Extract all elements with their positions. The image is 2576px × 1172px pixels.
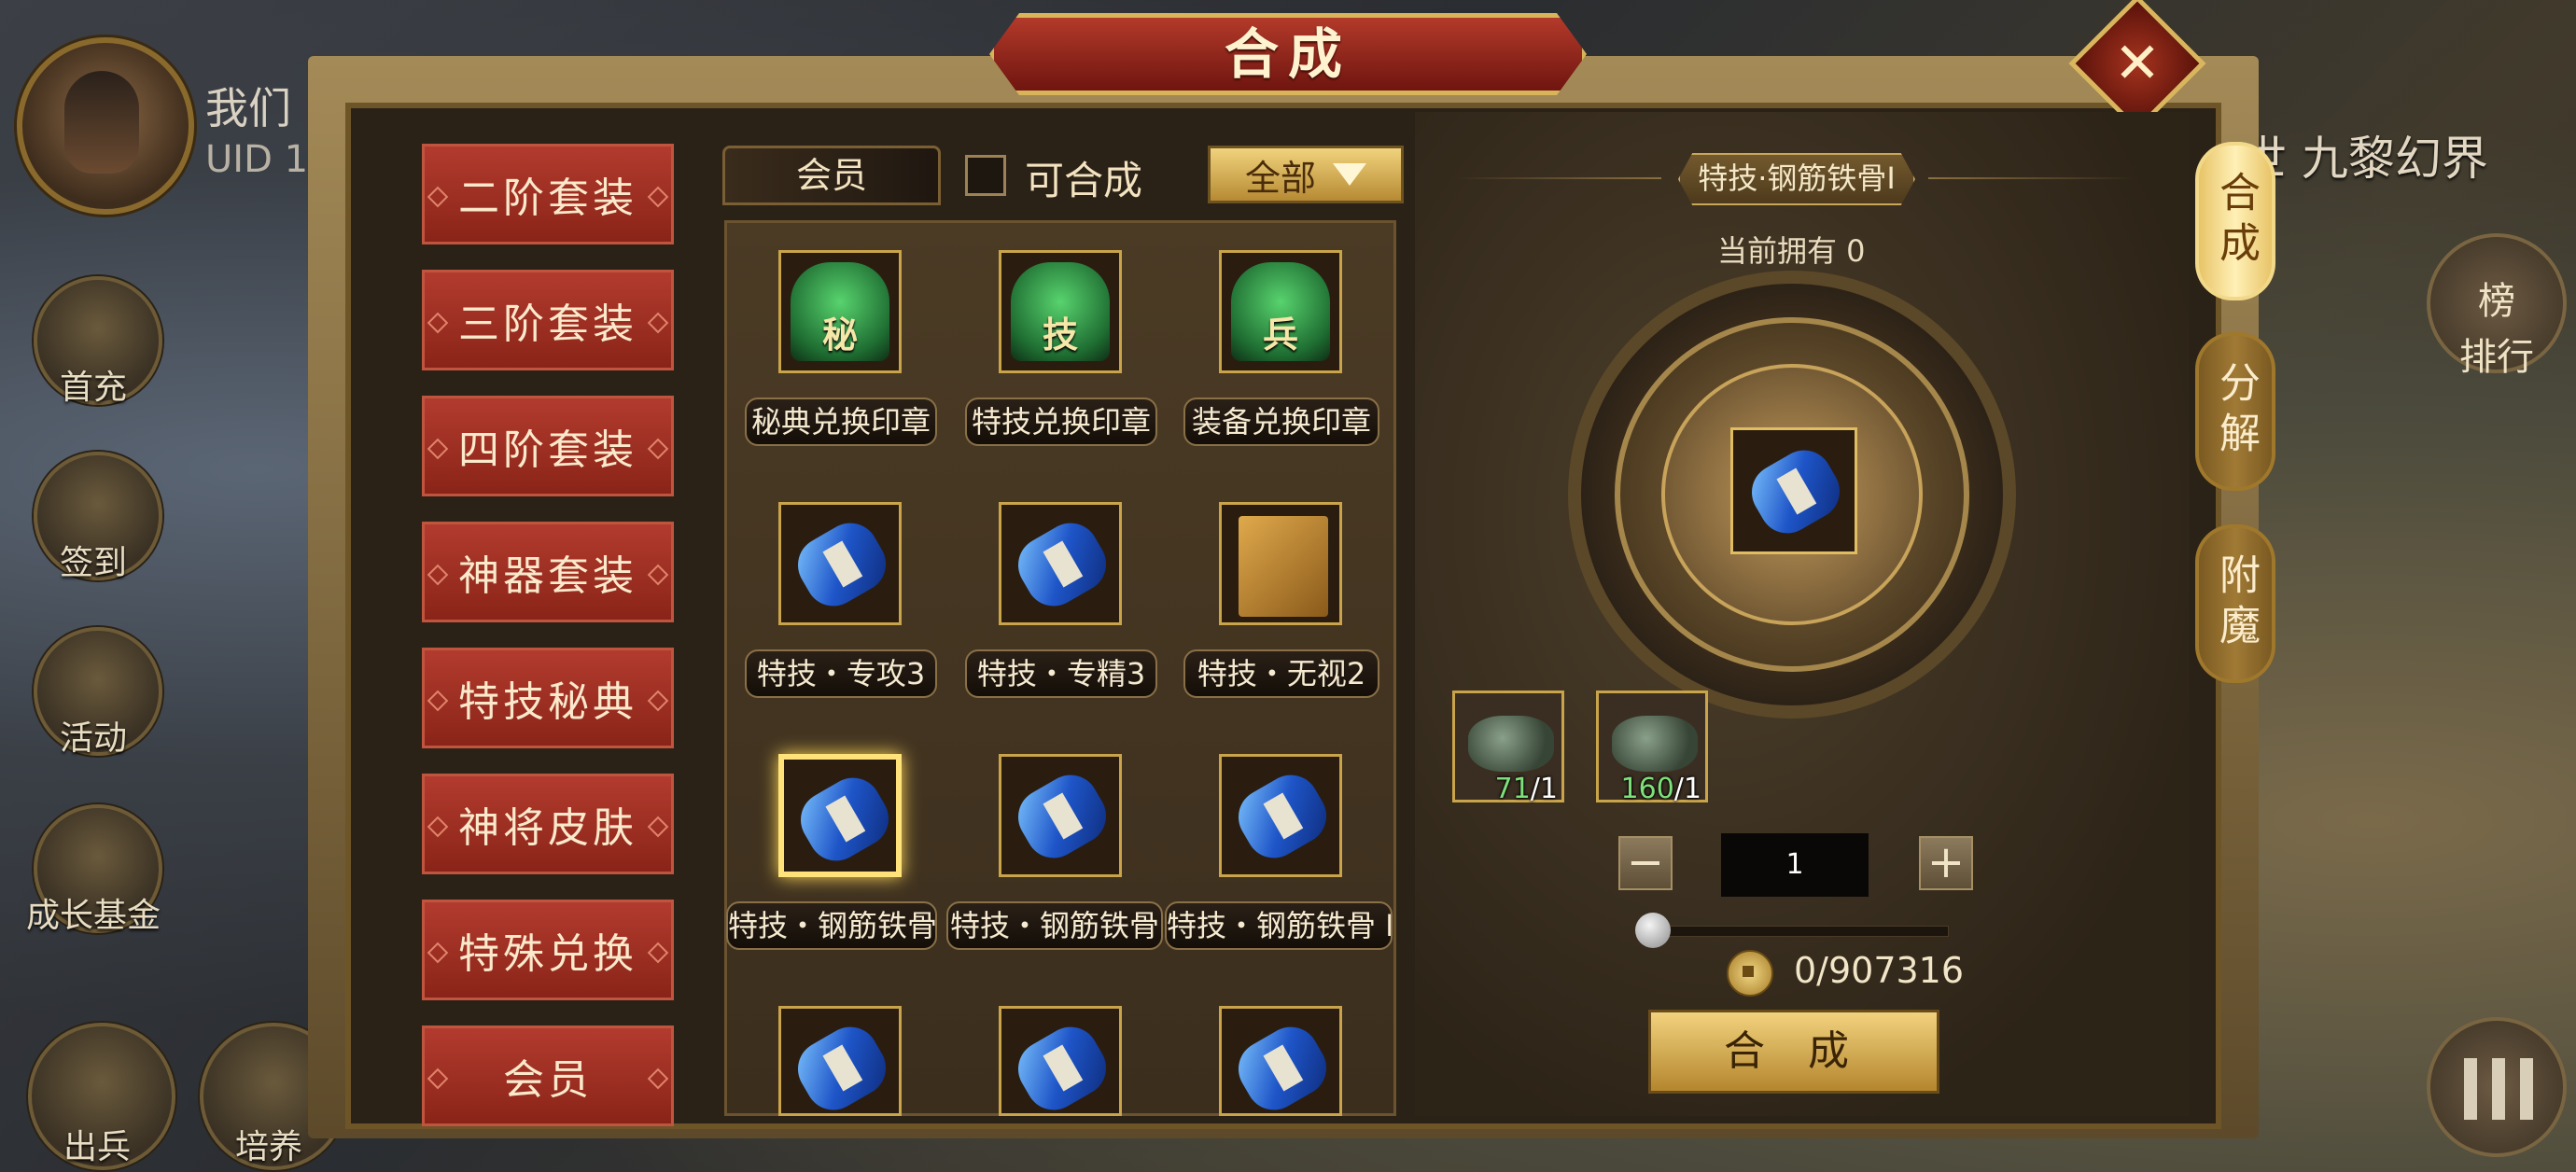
- item-slot[interactable]: [1219, 754, 1342, 877]
- beast-material-icon: [1612, 716, 1698, 772]
- material-slot[interactable]: 160/1: [1596, 691, 1708, 805]
- item-label: 装备兑换印章: [1183, 398, 1379, 446]
- category-tier3-set[interactable]: 三阶套装: [422, 270, 674, 370]
- filter-dropdown[interactable]: 全部: [1208, 146, 1404, 203]
- item-slot[interactable]: [1219, 502, 1342, 625]
- selected-item-name: 特技·钢筋铁骨I: [1678, 153, 1915, 205]
- menu-button[interactable]: [2427, 1017, 2567, 1157]
- item-slot[interactable]: [999, 1006, 1122, 1121]
- close-icon[interactable]: ✕: [2089, 15, 2186, 112]
- category-member[interactable]: 会员: [422, 1026, 674, 1126]
- material-count: 160/1: [1620, 773, 1701, 805]
- tab-decompose[interactable]: 分解: [2195, 332, 2275, 491]
- item-slot-selected[interactable]: [778, 754, 902, 877]
- panel-title: 合成: [1224, 22, 1351, 86]
- item-label: 特技・钢筋铁骨: [946, 901, 1163, 950]
- rank-label: 排行: [2459, 336, 2534, 379]
- book-icon: [1239, 516, 1328, 617]
- filter-tab-member[interactable]: 会员: [722, 146, 941, 205]
- scroll-icon: [1008, 764, 1116, 869]
- scroll-icon: [788, 1016, 896, 1121]
- category-tier2-set[interactable]: 二阶套装: [422, 144, 674, 244]
- seal-glyph: 技: [1042, 314, 1078, 356]
- player-name: 我们: [205, 83, 291, 133]
- synthesize-button[interactable]: 合 成: [1648, 1010, 1939, 1094]
- craftable-checkbox[interactable]: [965, 155, 1006, 196]
- category-general-skin[interactable]: 神将皮肤: [422, 774, 674, 874]
- item-label: 特技兑换印章: [965, 398, 1157, 446]
- scroll-icon: [1008, 512, 1116, 617]
- item-label: 特技・无视2: [1183, 649, 1379, 698]
- growth-fund-label: 成长基金: [25, 897, 161, 935]
- item-slot[interactable]: [778, 502, 902, 625]
- coin-icon: [1727, 950, 1773, 997]
- synthesis-cost: 0/907316: [1794, 950, 1965, 991]
- scroll-icon: [1008, 1016, 1116, 1121]
- item-slot[interactable]: [999, 502, 1122, 625]
- item-label: 秘典兑换印章: [745, 398, 937, 446]
- divider: [1928, 177, 2134, 179]
- category-special-exchange[interactable]: 特殊兑换: [422, 900, 674, 1000]
- slider-handle[interactable]: [1635, 913, 1671, 948]
- tab-synthesize[interactable]: 合成: [2195, 142, 2275, 300]
- divider: [1456, 177, 1661, 179]
- decrease-quantity-button[interactable]: −: [1618, 836, 1673, 890]
- scroll-icon: [1742, 440, 1850, 544]
- scroll-icon: [788, 512, 896, 617]
- category-artifact-set[interactable]: 神器套装: [422, 522, 674, 622]
- event-label: 活动: [59, 719, 127, 758]
- material-slot[interactable]: 71/1: [1452, 691, 1564, 805]
- seal-glyph: 兵: [1262, 314, 1298, 356]
- beast-material-icon: [1468, 716, 1554, 772]
- material-count: 71/1: [1494, 773, 1558, 805]
- rank-badge: 榜: [2478, 280, 2515, 323]
- deploy-label: 出兵: [63, 1128, 131, 1166]
- craftable-label: 可合成: [1025, 158, 1143, 203]
- item-slot[interactable]: 技: [999, 250, 1122, 373]
- category-tier4-set[interactable]: 四阶套装: [422, 396, 674, 496]
- item-label: 特技・专攻3: [745, 649, 937, 698]
- item-slot[interactable]: [778, 1006, 902, 1121]
- item-label: 特技・钢筋铁骨: [726, 901, 937, 950]
- quantity-input[interactable]: 1: [1721, 833, 1869, 897]
- first-recharge-label: 首充: [59, 369, 127, 407]
- seal-glyph: 秘: [821, 314, 858, 356]
- map-title: 世 九黎幻界: [2240, 132, 2488, 186]
- item-label: 特技・钢筋铁骨 III: [1165, 901, 1393, 950]
- item-slot[interactable]: 秘: [778, 250, 902, 373]
- category-skill-book[interactable]: 特技秘典: [422, 648, 674, 748]
- item-slot[interactable]: 兵: [1219, 250, 1342, 373]
- quantity-slider[interactable]: [1641, 926, 1949, 937]
- dropdown-value: 全部: [1244, 157, 1316, 199]
- item-slot[interactable]: [999, 754, 1122, 877]
- owned-count: 当前拥有 0: [1717, 233, 1866, 269]
- item-slot[interactable]: [1219, 1006, 1342, 1121]
- scroll-icon: [1228, 1016, 1337, 1121]
- scroll-icon: [791, 767, 899, 872]
- tab-enchant[interactable]: 附魔: [2195, 524, 2275, 683]
- chevron-down-icon: [1333, 163, 1366, 186]
- scroll-icon: [1228, 764, 1337, 869]
- increase-quantity-button[interactable]: +: [1919, 836, 1973, 890]
- menu-icon: [2464, 1058, 2533, 1120]
- player-avatar[interactable]: [17, 37, 194, 215]
- checkin-label: 签到: [59, 544, 127, 582]
- item-label: 特技・专精3: [965, 649, 1157, 698]
- result-item-slot[interactable]: [1730, 427, 1857, 554]
